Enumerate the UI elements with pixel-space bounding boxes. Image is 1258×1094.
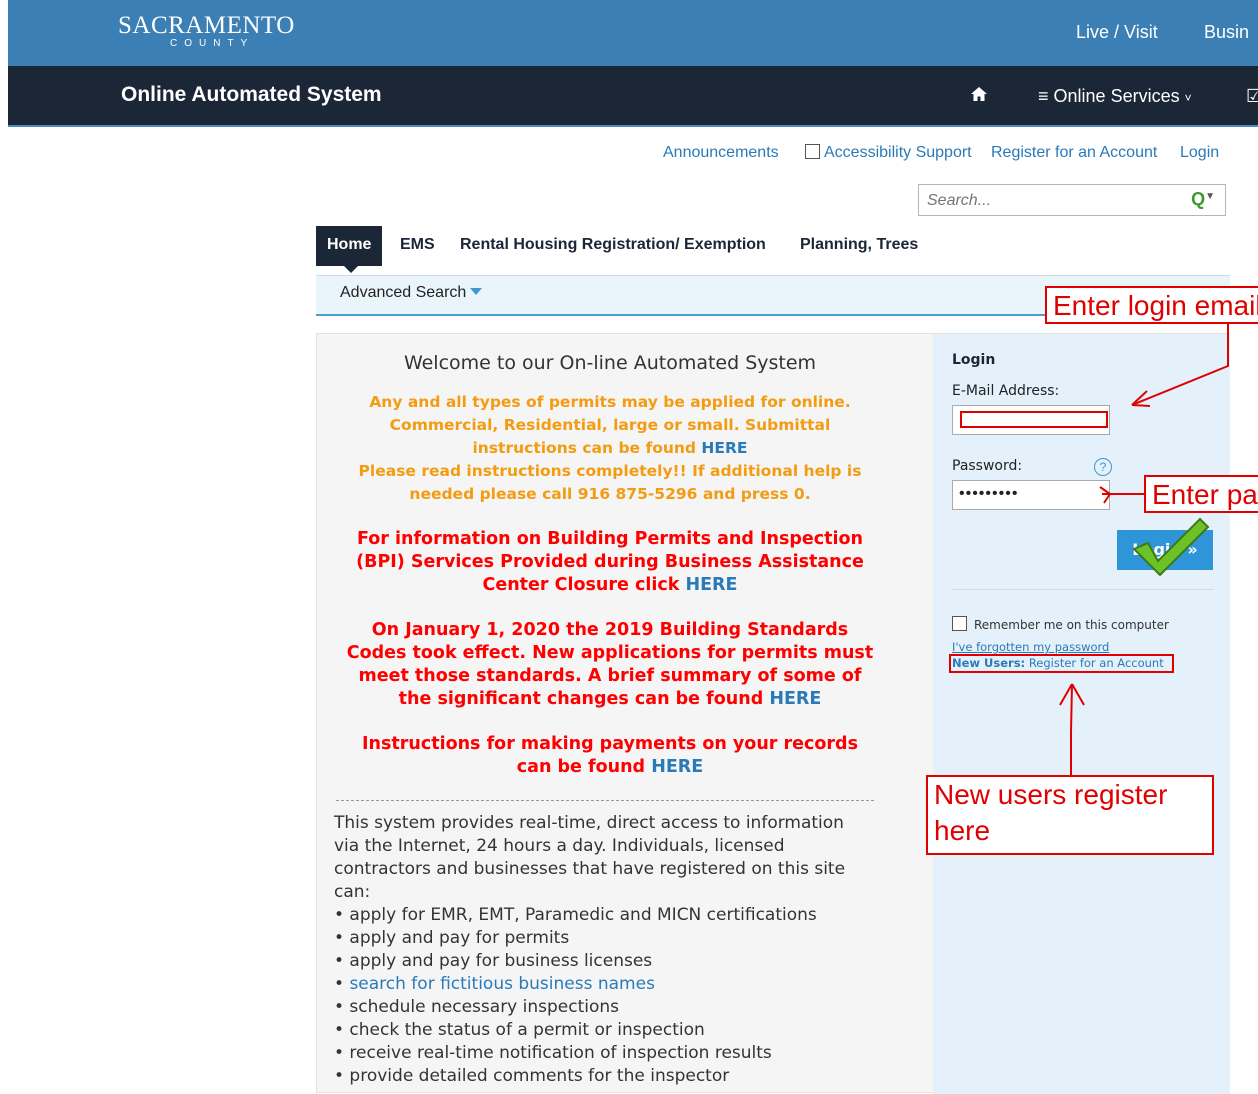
annotation-arrows	[1059, 324, 1229, 775]
register-arrow	[1070, 683, 1073, 775]
